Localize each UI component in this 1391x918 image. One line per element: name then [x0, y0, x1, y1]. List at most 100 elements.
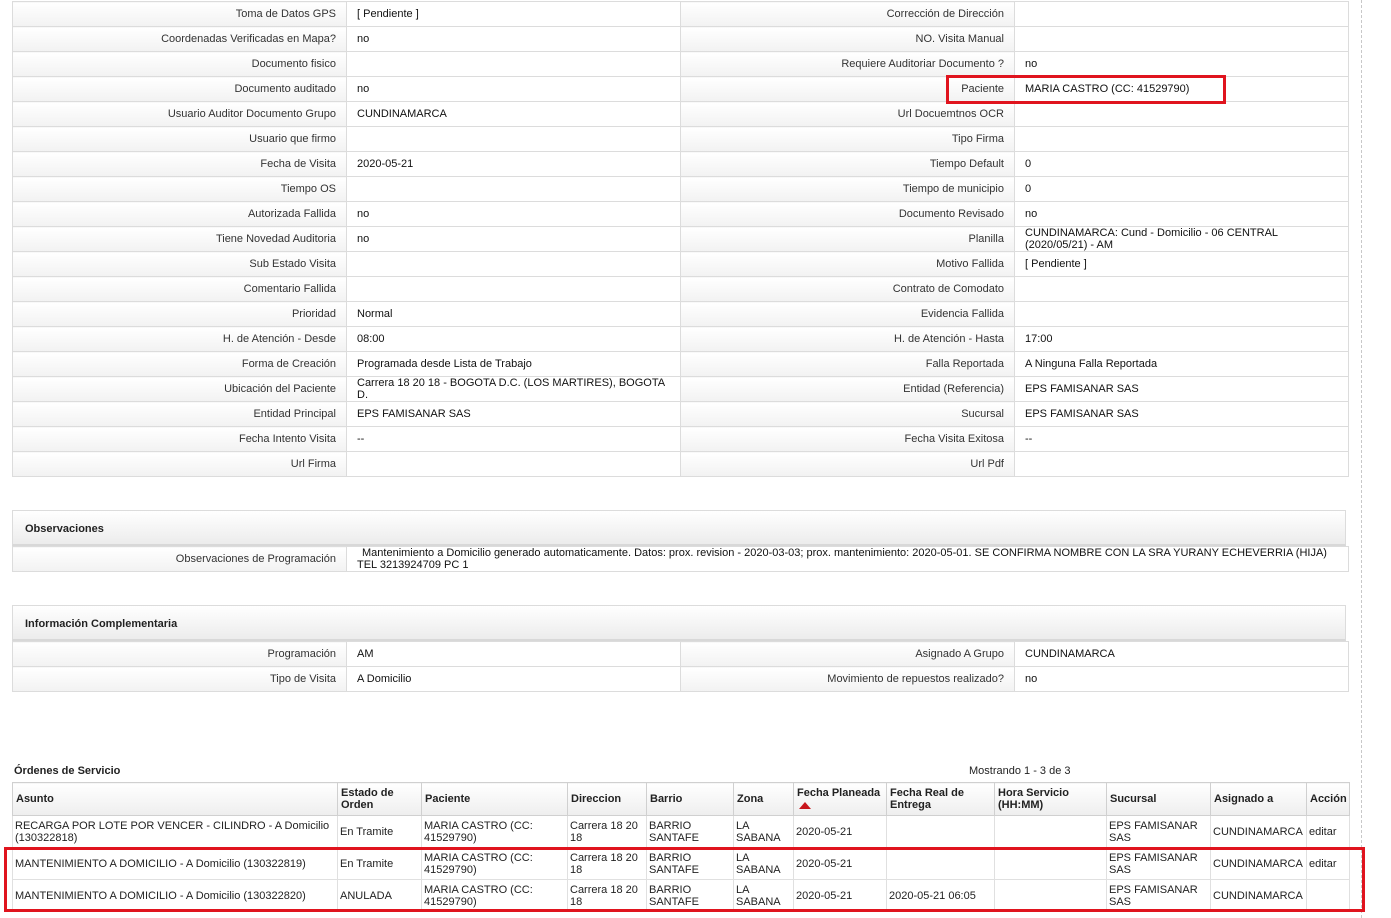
cell-direccion: Carrera 18 20 18: [567, 879, 647, 912]
detail-row: Documento auditado no Paciente MARIA CASTRO…: [12, 76, 1349, 102]
column-header-label: Fecha Real de Entrega: [890, 787, 964, 811]
detail-row: H. de Atención - Desde 08:00 H. de Atenció…: [12, 326, 1349, 352]
cell-paciente: MARIA CASTRO (CC: 41529790): [421, 847, 568, 880]
detail-row: Ubicación del Paciente Carrera 18 20 18 -…: [12, 376, 1349, 402]
field-value: [1014, 1, 1349, 27]
column-header[interactable]: Acción: [1306, 782, 1350, 816]
field-value: AM: [346, 641, 681, 667]
field-label: Falla Reportada: [680, 351, 1015, 377]
orders-table: Asunto Estado de Orden Paciente Direccion Ba…: [12, 782, 1350, 912]
field-label: Toma de Datos GPS: [12, 1, 347, 27]
cell-estado: En Tramite: [337, 815, 422, 848]
column-header[interactable]: Fecha Planeada: [793, 782, 887, 816]
field-label: Documento fisico: [12, 51, 347, 77]
column-header[interactable]: Asignado a: [1210, 782, 1307, 816]
observaciones-value: Mantenimiento a Domicilio generado autom…: [346, 546, 1349, 572]
complementaria-table: Programación AM Asignado A Grupo CUNDINAMAR…: [12, 641, 1349, 692]
field-value: EPS FAMISANAR SAS: [1014, 376, 1349, 402]
field-label: Usuario que firmo: [12, 126, 347, 152]
column-header-label: Zona: [737, 793, 764, 805]
field-label: Corrección de Dirección: [680, 1, 1015, 27]
field-value: CUNDINAMARCA: Cund - Domicilio - 06 CENT…: [1014, 226, 1349, 252]
cell-direccion: Carrera 18 20 18: [567, 847, 647, 880]
edit-link[interactable]: editar: [1306, 847, 1350, 880]
cell-paciente: MARIA CASTRO (CC: 41529790): [421, 815, 568, 848]
field-label: Url Firma: [12, 451, 347, 477]
cell-asunto: MANTENIMIENTO A DOMICILIO - A Domicilio …: [12, 847, 338, 880]
cell-asunto: MANTENIMIENTO A DOMICILIO - A Domicilio …: [12, 879, 338, 912]
field-value: no: [1014, 666, 1349, 692]
edit-link[interactable]: editar: [1306, 815, 1350, 848]
table-row[interactable]: MANTENIMIENTO A DOMICILIO - A Domicilio …: [12, 879, 1350, 912]
detail-row: Url Firma Url Pdf: [12, 451, 1349, 477]
field-label: Contrato de Comodato: [680, 276, 1015, 302]
column-header[interactable]: Paciente: [421, 782, 568, 816]
field-label: Asignado A Grupo: [680, 641, 1015, 667]
detail-row: Comentario Fallida Contrato de Comodato: [12, 276, 1349, 302]
cell-sucursal: EPS FAMISANAR SAS: [1106, 847, 1211, 880]
cell-fecha-real: [886, 847, 995, 880]
column-header[interactable]: Sucursal: [1106, 782, 1211, 816]
detail-row: Sub Estado Visita Motivo Fallida[ Pendien…: [12, 251, 1349, 277]
cell-direccion: Carrera 18 20 18: [567, 815, 647, 848]
column-header[interactable]: Zona: [733, 782, 794, 816]
field-value: no: [346, 201, 681, 227]
field-value: [346, 451, 681, 477]
cell-zona: LA SABANA: [733, 815, 794, 848]
field-label: H. de Atención - Desde: [12, 326, 347, 352]
field-value: --: [1014, 426, 1349, 452]
cell-sucursal: EPS FAMISANAR SAS: [1106, 879, 1211, 912]
detail-row: Documento fisico Requiere Auditoriar Docu…: [12, 51, 1349, 77]
cell-fecha-real: [886, 815, 995, 848]
cell-asignado: CUNDINAMARCA: [1210, 847, 1307, 880]
field-label: Tiempo Default: [680, 151, 1015, 177]
field-value: no: [346, 226, 681, 252]
field-label: Tipo de Visita: [12, 666, 347, 692]
page-boundary-divider: [1361, 0, 1362, 918]
field-value: 08:00: [346, 326, 681, 352]
cell-barrio: BARRIO SANTAFE: [646, 847, 734, 880]
column-header[interactable]: Barrio: [646, 782, 734, 816]
sort-descending-icon[interactable]: [799, 801, 811, 809]
field-value: 0: [1014, 176, 1349, 202]
field-label: Prioridad: [12, 301, 347, 327]
detail-row: Programación AM Asignado A Grupo CUNDINAMAR…: [12, 641, 1349, 667]
column-header[interactable]: Estado de Orden: [337, 782, 422, 816]
field-label: Documento Revisado: [680, 201, 1015, 227]
field-label: Coordenadas Verificadas en Mapa?: [12, 26, 347, 52]
column-header-label: Direccion: [571, 793, 622, 805]
column-header-label: Estado de Orden: [341, 787, 394, 811]
column-header[interactable]: Direccion: [567, 782, 647, 816]
cell-hora: [994, 847, 1107, 880]
table-row[interactable]: RECARGA POR LOTE POR VENCER - CILINDRO -…: [12, 815, 1350, 848]
field-label: Comentario Fallida: [12, 276, 347, 302]
field-label: Autorizada Fallida: [12, 201, 347, 227]
field-label: Fecha Visita Exitosa: [680, 426, 1015, 452]
field-value: [1014, 451, 1349, 477]
field-label: Movimiento de repuestos realizado?: [680, 666, 1015, 692]
column-header-label: Acción: [1310, 793, 1347, 805]
field-label: Sucursal: [680, 401, 1015, 427]
field-label: Tiene Novedad Auditoria: [12, 226, 347, 252]
cell-barrio: BARRIO SANTAFE: [646, 879, 734, 912]
column-header[interactable]: Fecha Real de Entrega: [886, 782, 995, 816]
field-label: Entidad (Referencia): [680, 376, 1015, 402]
field-label: H. de Atención - Hasta: [680, 326, 1015, 352]
field-label: Requiere Auditoriar Documento ?: [680, 51, 1015, 77]
detail-row: Usuario que firmo Tipo Firma: [12, 126, 1349, 152]
orders-title: Órdenes de Servicio: [14, 765, 121, 777]
cell-asignado: CUNDINAMARCA: [1210, 879, 1307, 912]
field-label: Url Docuemtnos OCR: [680, 101, 1015, 127]
column-header[interactable]: Asunto: [12, 782, 338, 816]
column-header[interactable]: Hora Servicio (HH:MM): [994, 782, 1107, 816]
field-label: Usuario Auditor Documento Grupo: [12, 101, 347, 127]
field-value: 0: [1014, 151, 1349, 177]
observaciones-header: Observaciones: [12, 510, 1346, 546]
cell-paciente: MARIA CASTRO (CC: 41529790): [421, 879, 568, 912]
table-row[interactable]: MANTENIMIENTO A DOMICILIO - A Domicilio …: [12, 847, 1350, 880]
column-header-label: Hora Servicio (HH:MM): [998, 787, 1069, 811]
field-label: Evidencia Fallida: [680, 301, 1015, 327]
field-value: 2020-05-21: [346, 151, 681, 177]
detail-row: Fecha de Visita 2020-05-21 Tiempo Default 0: [12, 151, 1349, 177]
field-value: EPS FAMISANAR SAS: [346, 401, 681, 427]
